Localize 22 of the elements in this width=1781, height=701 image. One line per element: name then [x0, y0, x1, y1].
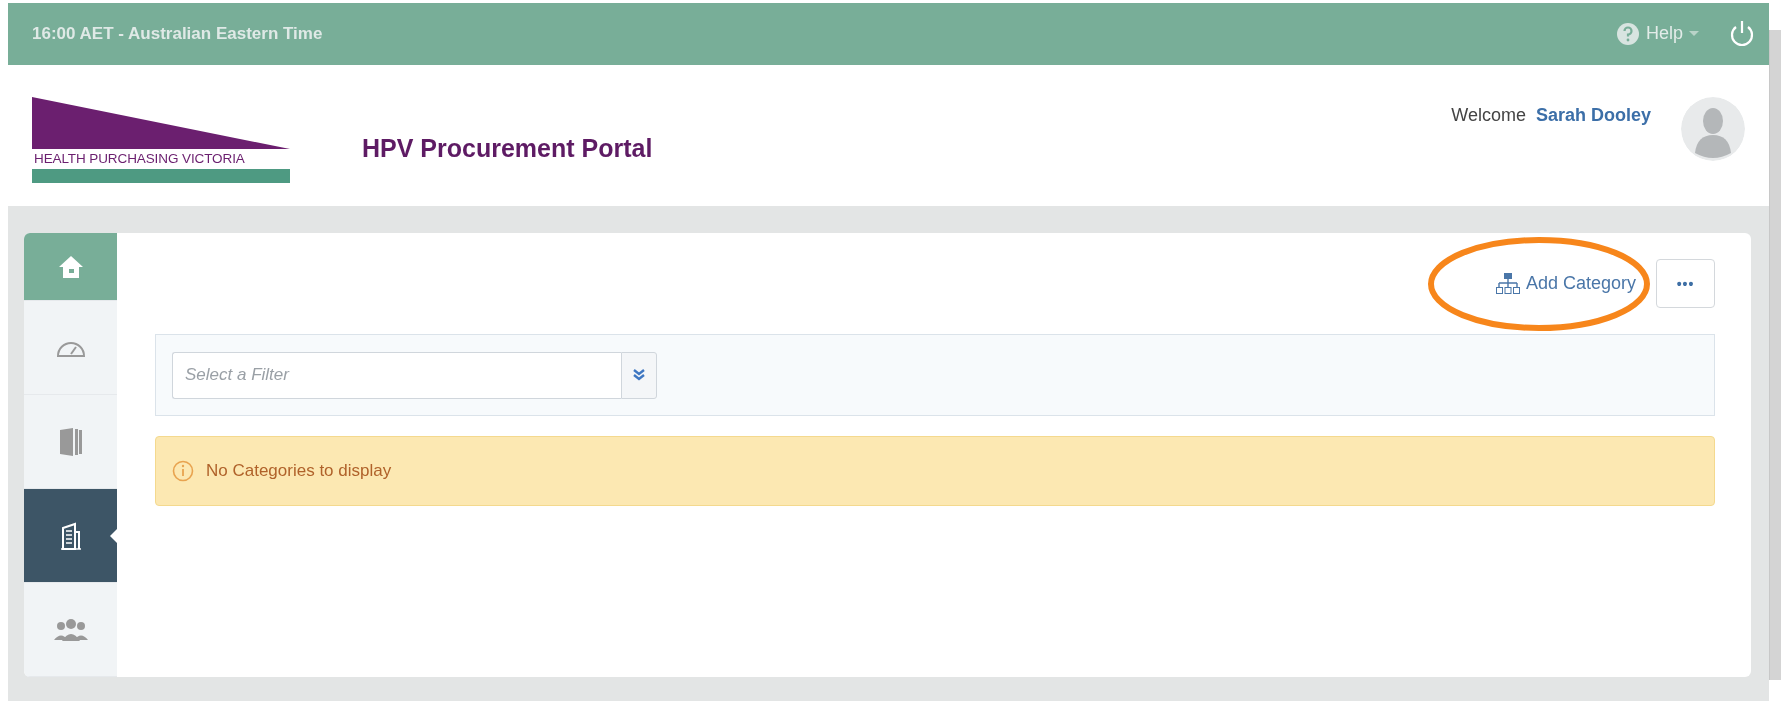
time-zone-label: 16:00 AET - Australian Eastern Time	[32, 23, 324, 44]
dropdown-button[interactable]	[621, 351, 657, 399]
welcome-label: Welcome	[1451, 104, 1526, 126]
info-icon	[172, 460, 194, 482]
scrollbar[interactable]	[1769, 30, 1781, 680]
power-icon[interactable]	[1729, 19, 1755, 48]
hierarchy-icon	[1495, 272, 1520, 295]
building-icon	[60, 521, 81, 550]
user-name-link[interactable]: Sarah Dooley	[1535, 104, 1651, 126]
portal-title: HPV Procurement Portal	[362, 133, 654, 163]
double-chevron-icon	[632, 368, 646, 382]
filter-field[interactable]: Select a Filter	[172, 351, 621, 399]
alert-message: No Categories to display	[206, 461, 392, 481]
document-icon	[58, 426, 83, 457]
nav-item[interactable]	[24, 489, 117, 583]
avatar-icon[interactable]	[1681, 96, 1745, 161]
people-icon	[53, 618, 88, 641]
more-button[interactable]: •••	[1656, 259, 1715, 308]
home-icon	[57, 254, 84, 279]
caret-icon	[1689, 30, 1699, 37]
pointer-icon	[110, 529, 117, 543]
help-icon	[1615, 21, 1640, 46]
